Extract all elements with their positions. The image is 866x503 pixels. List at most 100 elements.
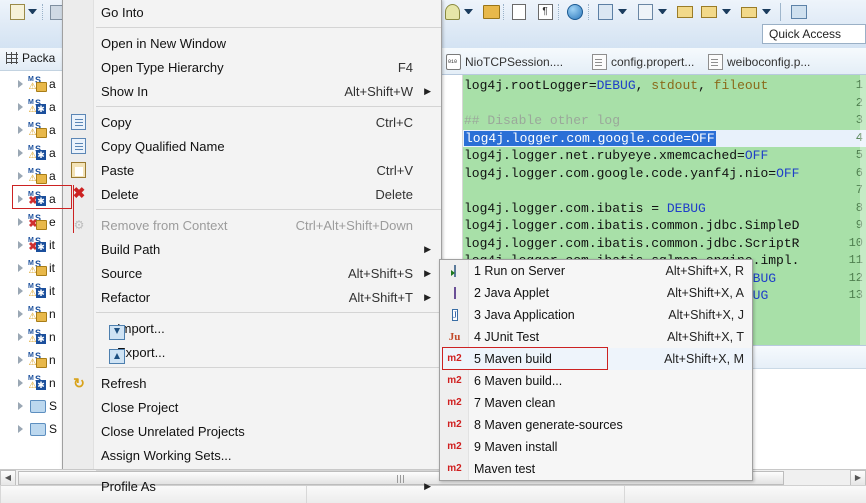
run-as-menu-item[interactable]: m2 9 Maven install — [440, 436, 752, 458]
context-menu-item[interactable]: Export... — [63, 340, 441, 364]
run-as-menu-item[interactable]: m2 8 Maven generate-sources — [440, 414, 752, 436]
context-menu-item-label: Show In — [101, 83, 148, 99]
copy-qualified-name-icon — [71, 138, 86, 154]
editor-tab[interactable]: config.propert... — [592, 51, 694, 73]
project-tree-item-label: n — [49, 329, 56, 344]
eclipse-ide-window: ¶ Quick Access Packa M S ⚠ a M S ⚠ ✱ a M… — [0, 0, 866, 503]
context-menu-item[interactable]: Build Path ▶ — [63, 237, 441, 261]
menu-separator — [96, 27, 441, 28]
editor-tab[interactable]: NioTCPSession.... — [446, 51, 563, 73]
expand-arrow-icon[interactable] — [18, 425, 23, 433]
expand-arrow-icon[interactable] — [18, 287, 23, 295]
back-dropdown-arrow-icon[interactable] — [722, 9, 731, 16]
tab-package-explorer[interactable]: Packa — [6, 51, 55, 65]
context-menu-item[interactable]: ↻ Refresh — [63, 371, 441, 395]
context-menu-item[interactable]: Go Into — [63, 0, 441, 24]
context-menu-item[interactable]: Copy Qualified Name — [63, 134, 441, 158]
run-as-menu-item[interactable]: 2 Java Applet Alt+Shift+X, A — [440, 282, 752, 304]
submenu-arrow-icon: ▶ — [424, 267, 431, 278]
open-browser-icon[interactable] — [566, 3, 584, 21]
run-as-submenu[interactable]: 1 Run on Server Alt+Shift+X, R 2 Java Appl… — [439, 259, 753, 481]
code-line: log4j.rootLogger=DEBUG, stdout, fileout — [464, 78, 768, 93]
forward-dropdown-arrow-icon[interactable] — [762, 9, 771, 16]
context-menu-item[interactable]: Show In Alt+Shift+W ▶ — [63, 79, 441, 103]
forward-icon[interactable] — [740, 3, 758, 21]
editor-tab-label: NioTCPSession.... — [465, 55, 564, 69]
expand-arrow-icon[interactable] — [18, 402, 23, 410]
maven-java-project-icon: M S ⚠ — [28, 167, 47, 184]
expand-arrow-icon[interactable] — [18, 333, 23, 341]
expand-arrow-icon[interactable] — [18, 80, 23, 88]
expand-arrow-icon[interactable] — [18, 126, 23, 134]
context-menu-item[interactable]: Import... — [63, 316, 441, 340]
project-context-menu[interactable]: Go Into Open in New Window Open Type Hiera… — [62, 0, 442, 503]
context-menu-item[interactable]: Assign Working Sets... — [63, 443, 441, 467]
project-tree-item-label: it — [49, 260, 55, 275]
run-as-menu-item[interactable]: m2 6 Maven build... — [440, 370, 752, 392]
editor-vertical-scrollbar[interactable] — [860, 75, 866, 365]
project-tree-item-label: a — [49, 145, 56, 160]
restore-perspective-icon[interactable] — [790, 3, 808, 21]
folder-icon — [28, 398, 46, 414]
java-file-icon — [446, 54, 461, 70]
run-as-menu-item[interactable]: Ju 4 JUnit Test Alt+Shift+X, T — [440, 326, 752, 348]
search-dropdown-arrow-icon[interactable] — [618, 9, 627, 16]
maven-icon: m2 — [447, 419, 462, 430]
expand-arrow-icon[interactable] — [18, 172, 23, 180]
expand-arrow-icon[interactable] — [18, 264, 23, 272]
maven-java-project-icon: M S ⚠ ✱ — [28, 97, 46, 114]
quick-access-input[interactable]: Quick Access — [762, 24, 866, 44]
code-token: log4j.logger.com.ibatis = — [464, 200, 667, 216]
run-dropdown-arrow-icon[interactable] — [464, 9, 473, 16]
next-annotation-dropdown-arrow-icon[interactable] — [658, 9, 667, 16]
forward-back-icon[interactable] — [700, 3, 718, 21]
paragraph-marks-icon[interactable]: ¶ — [536, 3, 554, 21]
context-menu-item[interactable]: Close Project — [63, 395, 441, 419]
open-folder-icon[interactable] — [482, 3, 500, 21]
next-annotation-icon[interactable] — [636, 3, 654, 21]
back-history-icon[interactable] — [676, 3, 694, 21]
run-icon[interactable] — [443, 3, 461, 21]
run-as-menu-item[interactable]: m2 5 Maven build Alt+Shift+X, M — [440, 348, 752, 370]
run-as-menu-item[interactable]: m2 Maven test — [440, 458, 752, 480]
context-menu-item[interactable]: Paste Ctrl+V — [63, 158, 441, 182]
context-menu-item[interactable]: ✖ Delete Delete — [63, 182, 441, 206]
expand-arrow-icon[interactable] — [18, 241, 23, 249]
new-wizard-icon[interactable] — [8, 3, 26, 21]
run-as-menu-item[interactable]: 1 Run on Server Alt+Shift+X, R — [440, 260, 752, 282]
scroll-left-arrow-icon[interactable]: ◀ — [0, 470, 16, 486]
table-view-icon[interactable] — [510, 3, 528, 21]
context-menu-item[interactable]: Refactor Alt+Shift+T ▶ — [63, 285, 441, 309]
context-menu-item[interactable]: Debug As▶ — [63, 498, 441, 503]
scroll-right-arrow-icon[interactable]: ▶ — [850, 470, 866, 486]
run-as-menu-item-shortcut: Alt+Shift+X, T — [667, 330, 744, 344]
run-as-menu-item[interactable]: m2 7 Maven clean — [440, 392, 752, 414]
submenu-arrow-icon: ▶ — [424, 85, 431, 96]
package-explorer-icon — [6, 52, 18, 64]
code-token: , — [698, 78, 714, 93]
context-menu-item[interactable]: Source Alt+Shift+S ▶ — [63, 261, 441, 285]
context-menu-item[interactable]: Profile As ▶ — [63, 474, 441, 498]
search-icon[interactable] — [596, 3, 614, 21]
editor-tab[interactable]: weiboconfig.p... — [708, 51, 810, 73]
project-tree-item-label: S — [49, 421, 58, 436]
status-cell-3 — [624, 486, 866, 503]
context-menu-item[interactable]: Open Type Hierarchy F4 — [63, 55, 441, 79]
expand-arrow-icon[interactable] — [18, 149, 23, 157]
maven-java-project-icon: M S ⚠ — [28, 351, 47, 368]
new-dropdown-arrow-icon[interactable] — [28, 9, 37, 16]
context-menu-item[interactable]: Copy Ctrl+C — [63, 110, 441, 134]
expand-arrow-icon[interactable] — [18, 310, 23, 318]
context-menu-item-shortcut: Ctrl+C — [375, 114, 413, 130]
menu-separator — [96, 367, 441, 368]
context-menu-item[interactable]: Close Unrelated Projects — [63, 419, 441, 443]
project-tree-item-label: a — [49, 168, 56, 183]
expand-arrow-icon[interactable] — [18, 356, 23, 364]
run-as-menu-item[interactable]: J 3 Java Application Alt+Shift+X, J — [440, 304, 752, 326]
expand-arrow-icon[interactable] — [18, 103, 23, 111]
maven-icon: m2 — [447, 397, 462, 408]
expand-arrow-icon[interactable] — [18, 379, 23, 387]
code-line: log4j.logger.net.rubyeye.xmemcached=OFF — [464, 148, 768, 163]
delete-callout-line — [12, 185, 74, 233]
context-menu-item[interactable]: Open in New Window — [63, 31, 441, 55]
